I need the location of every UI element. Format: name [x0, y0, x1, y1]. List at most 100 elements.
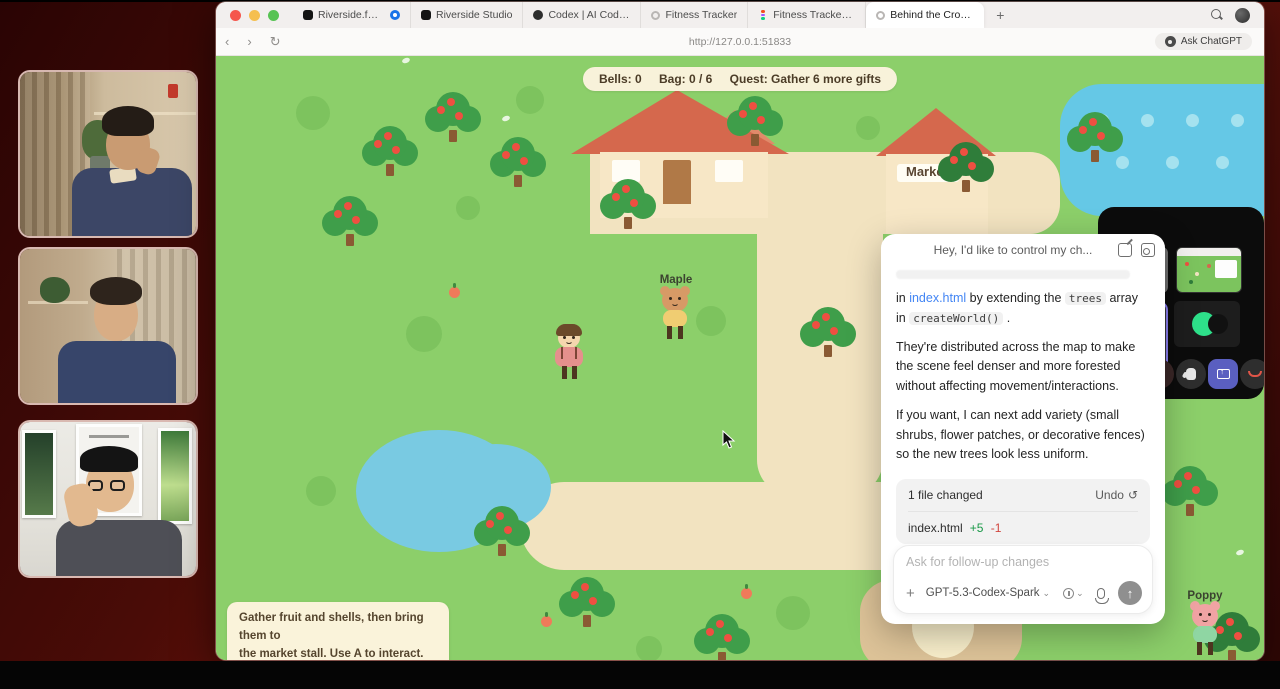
new-tab-button[interactable]: + [984, 7, 1016, 23]
url-field[interactable]: http://127.0.0.1:51833 [689, 36, 791, 48]
path-bottom [520, 482, 886, 570]
glasses-icon [110, 480, 125, 491]
water-ripple [1216, 156, 1229, 169]
file-change-card: 1 file changed Undo ↺ index.html +5 -1 [896, 479, 1150, 544]
webcam2-bonsai [40, 277, 70, 303]
effort-selector[interactable]: ⌄ [1063, 588, 1084, 599]
close-window-button[interactable] [230, 10, 241, 21]
browser-window: Riverside.fm Stu Riverside Studio Codex … [216, 2, 1264, 660]
grass-spot [776, 596, 810, 630]
history-icon[interactable] [1141, 243, 1155, 257]
zoom-window-button[interactable] [268, 10, 279, 21]
sparkle [501, 115, 510, 122]
tree[interactable] [694, 614, 750, 660]
globe-icon [651, 11, 660, 20]
webcam1-figurine [168, 84, 178, 98]
webcam3-frame-left [22, 430, 56, 518]
mic-icon[interactable] [1097, 588, 1105, 599]
tab-codex[interactable]: Codex | AI Coding Pa [523, 2, 641, 28]
attach-button[interactable]: + [906, 585, 915, 602]
stream-stage: Riverside.fm Stu Riverside Studio Codex … [0, 0, 1280, 689]
grass-spot [306, 476, 336, 506]
tab-fitness-tracker[interactable]: Fitness Tracker [641, 2, 748, 28]
model-selector[interactable]: GPT-5.3-Codex-Spark ⌄ [926, 587, 1050, 599]
tree[interactable] [559, 577, 615, 633]
ask-chatgpt-button[interactable]: Ask ChatGPT [1155, 33, 1252, 50]
fruit-pickup[interactable] [449, 287, 460, 298]
letterbox-bottom [0, 661, 1280, 689]
share-screen-button[interactable] [1208, 359, 1238, 389]
grass-spot [296, 96, 330, 130]
codex-chat-panel: Hey, I'd like to control my ch... in ind… [881, 234, 1165, 624]
raise-hand-button[interactable] [1176, 359, 1206, 389]
tree[interactable] [1067, 112, 1123, 168]
profile-avatar[interactable] [1235, 8, 1250, 23]
changed-filename[interactable]: index.html [908, 521, 963, 535]
mouse-cursor-icon [722, 430, 736, 450]
additions-count: +5 [970, 521, 984, 535]
call-screenshare-thumbnail[interactable] [1176, 247, 1242, 293]
chat-composer: + GPT-5.3-Codex-Spark ⌄ ⌄ ↑ [893, 545, 1153, 614]
chevron-down-icon: ⌄ [1043, 588, 1051, 599]
participant-avatar-overlay [1208, 314, 1228, 334]
chat-title: Hey, I'd like to control my ch... [891, 243, 1109, 257]
code-chip-createworld: createWorld() [909, 312, 1003, 325]
recording-badge-icon [390, 10, 400, 20]
codex-icon [533, 10, 543, 20]
tree[interactable] [727, 96, 783, 152]
tree[interactable] [800, 307, 856, 363]
chatgpt-logo-icon [1165, 36, 1176, 47]
tab-riverside-fm[interactable]: Riverside.fm Stu [293, 2, 411, 28]
tree[interactable] [474, 506, 530, 562]
undo-icon: ↺ [1128, 488, 1138, 502]
game-viewport[interactable]: Market [216, 56, 1264, 660]
hand-icon [1186, 368, 1196, 380]
water-ripple [1141, 114, 1154, 127]
forward-button[interactable]: › [238, 34, 260, 49]
send-button[interactable]: ↑ [1118, 581, 1142, 605]
fruit-pickup[interactable] [741, 588, 752, 599]
fruit-pickup[interactable] [541, 616, 552, 627]
followup-input[interactable] [906, 555, 1142, 569]
undo-button[interactable]: Undo ↺ [1095, 488, 1138, 502]
sparkle [401, 57, 410, 64]
browser-nav-bar: ‹ › ↻ http://127.0.0.1:51833 Ask ChatGPT [216, 28, 1264, 56]
riverside-icon [421, 10, 431, 20]
reload-button[interactable]: ↻ [261, 34, 290, 50]
tab-behind-the-crossing[interactable]: Behind the Crossing [866, 2, 984, 28]
webcam-video-3 [18, 420, 198, 578]
code-chip-trees: trees [1065, 292, 1106, 305]
grass-spot [636, 636, 662, 660]
tree[interactable] [322, 196, 378, 252]
tree[interactable] [938, 142, 994, 198]
index-html-link[interactable]: index.html [909, 291, 966, 305]
window-controls[interactable] [230, 10, 279, 21]
tree[interactable] [362, 126, 418, 182]
house-door [663, 160, 691, 204]
sparkle [1235, 549, 1244, 556]
tree[interactable] [425, 92, 481, 148]
grass-spot [516, 86, 544, 114]
npc-poppy-label: Poppy [1170, 590, 1240, 602]
water-ripple [1231, 114, 1244, 127]
hud-bag: Bag: 0 / 6 [659, 72, 712, 86]
end-call-button[interactable] [1240, 359, 1264, 389]
quest-tooltip: Gather fruit and shells, then bring them… [227, 602, 449, 660]
share-screen-icon [1217, 369, 1230, 379]
edit-icon[interactable] [1118, 243, 1132, 257]
tab-riverside-studio[interactable]: Riverside Studio [411, 2, 523, 28]
call-participant-avatar-tile[interactable] [1174, 301, 1240, 347]
water-ripple [1186, 114, 1199, 127]
tab-fitness-tracker-figma[interactable]: Fitness Tracker – Fig [748, 2, 866, 28]
tree[interactable] [600, 179, 656, 235]
back-button[interactable]: ‹ [216, 34, 238, 49]
search-icon[interactable] [1211, 9, 1223, 21]
minimize-window-button[interactable] [249, 10, 260, 21]
grass-spot [406, 316, 442, 352]
webcam-video-1 [18, 70, 198, 238]
browser-tab-bar: Riverside.fm Stu Riverside Studio Codex … [216, 2, 1264, 28]
tree[interactable] [490, 137, 546, 193]
chat-paragraph-3: If you want, I can next add variety (sma… [896, 406, 1150, 465]
house-window [715, 160, 743, 182]
tree[interactable] [1162, 466, 1218, 522]
